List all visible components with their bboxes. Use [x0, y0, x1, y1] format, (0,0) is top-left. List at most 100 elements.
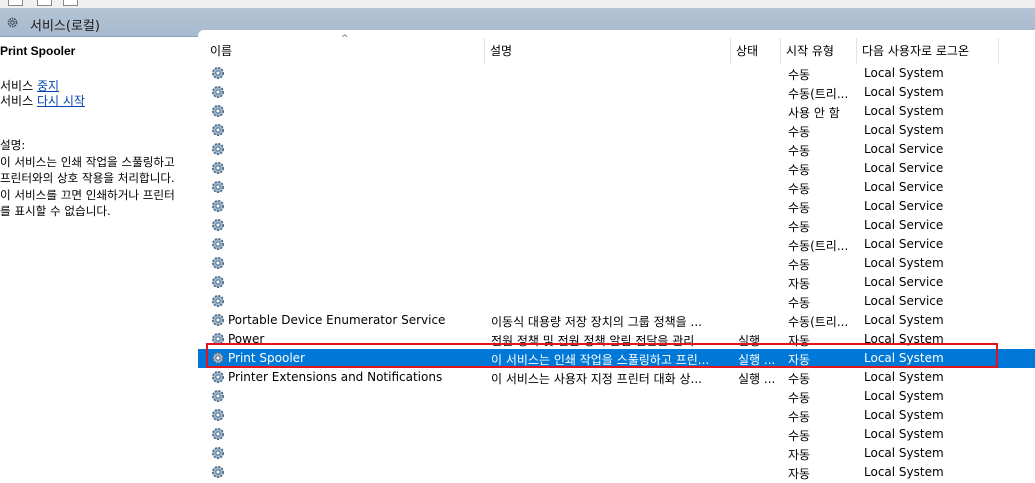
table-row[interactable]: 사용 안 함 Local System: [198, 102, 1035, 121]
service-logon-account: Local System: [864, 104, 944, 118]
service-description-cell: 이 서비스는 인쇄 작업을 스풀링하고 프린...: [491, 353, 710, 367]
description-line: 를 표시할 수 없습니다.: [0, 204, 111, 218]
service-startup-type: 수동(트리...: [788, 87, 849, 101]
gear-icon: [210, 84, 226, 100]
table-row[interactable]: 수동(트리... Local System: [198, 83, 1035, 102]
service-startup-type: 자동: [788, 334, 811, 348]
service-name: Power: [228, 332, 265, 346]
service-startup-type: 수동: [788, 296, 811, 310]
toolbar-button[interactable]: [63, 0, 78, 6]
service-logon-account: Local System: [864, 351, 944, 365]
column-header-row: ^ 이름 설명 상태 시작 유형 다음 사용자로 로그온: [198, 30, 1035, 66]
service-logon-account: Local System: [864, 66, 944, 80]
table-row[interactable]: 수동 Local Service: [198, 178, 1035, 197]
gear-icon: [210, 236, 226, 252]
table-row[interactable]: Power 전원 정책 및 전원 정책 알림 전달을 관리... 실행 ... 자동 L…: [198, 330, 1035, 349]
service-status: 실행 ...: [738, 353, 776, 367]
service-logon-account: Local System: [864, 123, 944, 137]
service-logon-account: Local Service: [864, 142, 944, 156]
table-row[interactable]: 자동 Local System: [198, 463, 1035, 482]
service-logon-account: Local System: [864, 332, 944, 346]
description-label: 설명:: [0, 138, 26, 152]
stop-service-link[interactable]: 중지: [37, 79, 59, 93]
service-startup-type: 수동: [788, 144, 811, 158]
table-row[interactable]: 수동(트리... Local Service: [198, 235, 1035, 254]
gear-icon: [210, 445, 226, 461]
service-startup-type: 수동: [788, 182, 811, 196]
table-row[interactable]: 수동 Local System: [198, 387, 1035, 406]
gear-icon: [210, 312, 226, 328]
gear-icon: [7, 17, 18, 28]
gear-icon: [210, 426, 226, 442]
service-description-cell: 전원 정책 및 전원 정책 알림 전달을 관리...: [491, 334, 706, 348]
service-logon-account: Local System: [864, 389, 944, 403]
gear-icon: [210, 255, 226, 271]
service-logon-account: Local Service: [864, 199, 944, 213]
toolbar-button[interactable]: [37, 0, 52, 6]
service-logon-account: Local System: [864, 427, 944, 441]
service-logon-account: Local Service: [864, 275, 944, 289]
column-divider[interactable]: [998, 38, 999, 64]
table-row[interactable]: Printer Extensions and Notifications 이 서비…: [198, 368, 1035, 387]
service-logon-account: Local System: [864, 256, 944, 270]
service-logon-account: Local System: [864, 408, 944, 422]
table-row[interactable]: Print Spooler 이 서비스는 인쇄 작업을 스풀링하고 프린... 실행…: [198, 349, 1035, 368]
toolbar-strip: [0, 0, 1035, 8]
column-header-description[interactable]: 설명: [484, 30, 729, 66]
service-startup-type: 수동: [788, 125, 811, 139]
service-logon-account: Local Service: [864, 161, 944, 175]
service-startup-type: 수동(트리...: [788, 239, 849, 253]
table-row[interactable]: 수동 Local System: [198, 425, 1035, 444]
services-list: ^ 이름 설명 상태 시작 유형 다음 사용자로 로그온 수동 Local Sys…: [198, 30, 1035, 481]
description-line: 프린터와의 상호 작용을 처리합니다.: [0, 171, 175, 185]
service-description-cell: 이 서비스는 사용자 지정 프린터 대화 상...: [491, 372, 702, 386]
gear-icon: [210, 274, 226, 290]
gear-icon: [210, 407, 226, 423]
service-logon-account: Local Service: [864, 218, 944, 232]
column-header-name[interactable]: 이름: [204, 30, 484, 66]
service-startup-type: 자동: [788, 353, 811, 367]
details-panel: Print Spooler 서비스 중지 서비스 다시 시작 설명: 이 서비스…: [0, 37, 198, 478]
service-startup-type: 수동: [788, 68, 811, 82]
service-startup-type: 자동: [788, 448, 811, 462]
table-row[interactable]: 수동 Local System: [198, 64, 1035, 83]
table-row[interactable]: 수동 Local Service: [198, 216, 1035, 235]
table-row[interactable]: 자동 Local System: [198, 444, 1035, 463]
service-status: 실행 ...: [738, 372, 776, 386]
column-header-status[interactable]: 상태: [730, 30, 780, 66]
table-row[interactable]: 수동 Local Service: [198, 292, 1035, 311]
table-row[interactable]: 수동 Local System: [198, 254, 1035, 273]
service-startup-type: 수동: [788, 410, 811, 424]
service-logon-account: Local System: [864, 446, 944, 460]
description-line: 이 서비스는 인쇄 작업을 스풀링하고: [0, 154, 175, 169]
table-row[interactable]: 자동 Local Service: [198, 273, 1035, 292]
service-logon-account: Local Service: [864, 294, 944, 308]
table-row[interactable]: 수동 Local Service: [198, 197, 1035, 216]
table-row[interactable]: 수동 Local System: [198, 121, 1035, 140]
restart-service-link[interactable]: 다시 시작: [37, 94, 85, 108]
service-title: Print Spooler: [0, 44, 76, 58]
column-header-logon[interactable]: 다음 사용자로 로그온: [856, 30, 998, 66]
gear-icon: [210, 350, 226, 366]
gear-icon: [210, 122, 226, 138]
service-description: 설명: 이 서비스는 인쇄 작업을 스풀링하고 프린터와의 상호 작용을 처리합…: [0, 137, 198, 220]
service-startup-type: 수동: [788, 163, 811, 177]
restart-action: 서비스 다시 시작: [0, 94, 85, 108]
service-startup-type: 수동: [788, 372, 811, 386]
table-row[interactable]: Portable Device Enumerator Service 이동식 대용…: [198, 311, 1035, 330]
column-header-startup[interactable]: 시작 유형: [780, 30, 856, 66]
service-logon-account: Local System: [864, 370, 944, 384]
service-startup-type: 사용 안 함: [788, 106, 840, 120]
gear-icon: [210, 369, 226, 385]
service-startup-type: 수동(트리...: [788, 315, 849, 329]
service-startup-type: 자동: [788, 467, 811, 481]
table-row[interactable]: 수동 Local Service: [198, 159, 1035, 178]
gear-icon: [210, 141, 226, 157]
table-row[interactable]: 수동 Local System: [198, 406, 1035, 425]
service-startup-type: 수동: [788, 220, 811, 234]
toolbar-button[interactable]: [8, 0, 23, 6]
gear-icon: [210, 217, 226, 233]
table-row[interactable]: 수동 Local Service: [198, 140, 1035, 159]
service-startup-type: 수동: [788, 429, 811, 443]
service-startup-type: 수동: [788, 258, 811, 272]
